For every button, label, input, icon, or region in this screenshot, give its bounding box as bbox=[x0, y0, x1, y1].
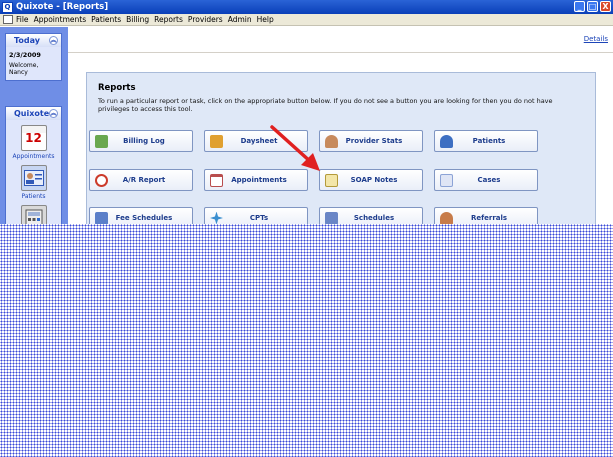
sidebar-item-label: Appointments bbox=[12, 153, 55, 160]
menu-file[interactable]: File bbox=[16, 15, 29, 24]
collapse-icon[interactable]: ︽ bbox=[49, 109, 58, 118]
button-label: Billing Log bbox=[123, 137, 165, 145]
quixote-panel-header[interactable]: Quixote ︽ bbox=[6, 107, 61, 120]
button-label: Referrals bbox=[470, 214, 508, 222]
collapse-icon[interactable]: ︽ bbox=[49, 36, 58, 45]
quixote-panel: Quixote ︽ 12 Appointments Patients bbox=[5, 106, 62, 231]
patient-card-icon bbox=[20, 165, 47, 191]
medical-star-icon bbox=[210, 211, 223, 225]
user-name: Nancy bbox=[9, 69, 28, 76]
maximize-button[interactable]: □ bbox=[587, 1, 598, 12]
calendar-icon: 12 bbox=[20, 125, 47, 151]
document-icon[interactable] bbox=[3, 15, 13, 24]
menu-bar: File Appointments Patients Billing Repor… bbox=[0, 14, 613, 26]
close-button[interactable]: X bbox=[600, 1, 611, 12]
provider-stats-button[interactable]: Provider Stats bbox=[319, 130, 423, 152]
button-label: Fee Schedules bbox=[115, 214, 173, 222]
billing-log-button[interactable]: Billing Log bbox=[89, 130, 193, 152]
reports-title: Reports bbox=[98, 83, 136, 93]
menu-appointments[interactable]: Appointments bbox=[34, 15, 87, 24]
schedule-icon bbox=[325, 211, 338, 225]
menu-patients[interactable]: Patients bbox=[91, 15, 121, 24]
soap-notes-button[interactable]: SOAP Notes bbox=[319, 169, 423, 191]
title-bar: Q Quixote - [Reports] _ □ X bbox=[0, 0, 613, 14]
button-label: Provider Stats bbox=[345, 137, 403, 145]
patients-button[interactable]: Patients bbox=[434, 130, 538, 152]
quixote-panel-body: 12 Appointments Patients bbox=[6, 120, 61, 231]
cases-button[interactable]: Cases bbox=[434, 169, 538, 191]
today-panel-title: Today bbox=[14, 36, 40, 45]
button-label: A/R Report bbox=[122, 176, 166, 184]
annotation-arrow-icon bbox=[270, 125, 320, 171]
ledger-icon bbox=[95, 134, 108, 148]
clipboard-icon bbox=[210, 134, 223, 148]
welcome-text: Welcome, bbox=[9, 62, 39, 69]
divider bbox=[68, 52, 613, 53]
today-panel-body: 2/3/2009 Welcome, Nancy bbox=[6, 47, 61, 80]
button-label: SOAP Notes bbox=[350, 176, 398, 184]
today-panel-header[interactable]: Today ︽ bbox=[6, 34, 61, 47]
sidebar-item-label: Patients bbox=[21, 193, 46, 200]
folders-icon bbox=[440, 173, 453, 187]
menu-reports[interactable]: Reports bbox=[154, 15, 183, 24]
app-icon: Q bbox=[2, 1, 13, 13]
button-label: Cases bbox=[477, 176, 501, 184]
patient-icon bbox=[440, 134, 453, 148]
fee-schedule-icon bbox=[95, 211, 108, 225]
minimize-button[interactable]: _ bbox=[574, 1, 585, 12]
dotted-overlay bbox=[0, 224, 613, 457]
button-label: Schedules bbox=[353, 214, 395, 222]
today-date: 2/3/2009 bbox=[9, 51, 41, 59]
button-label: Patients bbox=[472, 137, 506, 145]
ar-report-button[interactable]: A/R Report bbox=[89, 169, 193, 191]
menu-admin[interactable]: Admin bbox=[228, 15, 252, 24]
referral-people-icon bbox=[440, 211, 453, 225]
sidebar-item-appointments[interactable]: 12 Appointments bbox=[6, 125, 61, 160]
quixote-panel-title: Quixote bbox=[14, 109, 50, 118]
reports-description: To run a particular report or task, clic… bbox=[98, 97, 553, 113]
menu-billing[interactable]: Billing bbox=[126, 15, 149, 24]
window-title: Quixote - [Reports] bbox=[16, 2, 109, 12]
details-link[interactable]: Details bbox=[584, 35, 608, 43]
menu-providers[interactable]: Providers bbox=[188, 15, 223, 24]
menu-help[interactable]: Help bbox=[257, 15, 274, 24]
window-controls: _ □ X bbox=[574, 1, 611, 12]
calendar-icon bbox=[210, 173, 223, 187]
button-label: CPTs bbox=[249, 214, 269, 222]
alarm-clock-icon bbox=[95, 173, 108, 187]
today-panel: Today ︽ 2/3/2009 Welcome, Nancy bbox=[5, 33, 62, 81]
sidebar-item-patients[interactable]: Patients bbox=[6, 165, 61, 200]
